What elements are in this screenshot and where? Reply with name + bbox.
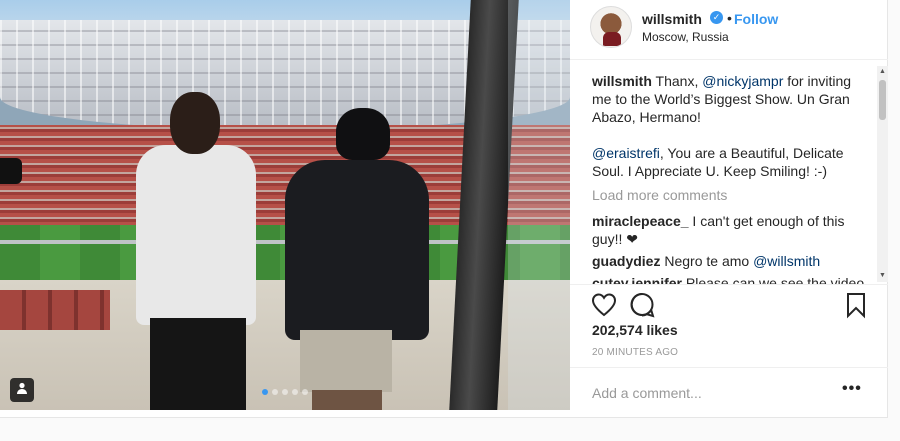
separator-dot: • (727, 10, 732, 26)
comment-username[interactable]: guadydiez (592, 253, 660, 269)
person-right-hoodie (285, 160, 429, 340)
follow-button[interactable]: Follow (734, 11, 778, 27)
post-photo[interactable] (0, 0, 570, 410)
caption-username[interactable]: willsmith (592, 73, 652, 89)
user-tag-icon[interactable] (10, 378, 34, 402)
likes-count[interactable]: 202,574 likes (592, 322, 678, 338)
scroll-up-arrow-icon[interactable]: ▲ (877, 66, 888, 78)
verified-badge-icon: ✓ (710, 11, 723, 24)
caption-mention-1[interactable]: @nickyjampr (702, 73, 783, 89)
caption-continued: @eraistrefi, You are a Beautiful, Delica… (592, 144, 866, 180)
header-username[interactable]: willsmith (642, 11, 702, 27)
person-right-cap (336, 108, 390, 160)
carousel-dot[interactable] (262, 389, 268, 395)
comments-scrollbar[interactable]: ▲ ▼ (877, 66, 888, 282)
heart-icon[interactable] (590, 291, 618, 319)
comments-section: willsmith Thanx, @nickyjampr for invitin… (592, 72, 866, 284)
scrollbar-thumb[interactable] (879, 80, 886, 120)
stadium-seats (0, 290, 110, 330)
person-right-legs (312, 390, 382, 410)
scroll-down-arrow-icon[interactable]: ▼ (877, 270, 888, 282)
avatar[interactable] (590, 6, 632, 48)
caption-mention-2[interactable]: @eraistrefi (592, 145, 660, 161)
comment-mention[interactable]: @willsmith (753, 253, 820, 269)
person-left-head (170, 92, 220, 154)
location-link[interactable]: Moscow, Russia (642, 30, 729, 44)
more-options-icon[interactable]: ••• (842, 380, 862, 398)
post-header: willsmith ✓ • Follow Moscow, Russia (570, 0, 888, 60)
bookmark-icon[interactable] (842, 291, 870, 319)
comment-username[interactable]: cutey.jennifer (592, 275, 682, 284)
camera-object (0, 158, 22, 184)
carousel-dot[interactable] (282, 389, 288, 395)
caption: willsmith Thanx, @nickyjampr for invitin… (592, 72, 866, 126)
load-more-comments-button[interactable]: Load more comments (592, 186, 866, 204)
comment-item: guadydiez Negro te amo @willsmith (592, 252, 866, 270)
comment-item: miraclepeace_ I can't get enough of this… (592, 212, 866, 248)
comment-text: Please can we see the video (682, 275, 865, 284)
carousel-dot[interactable] (302, 389, 308, 395)
comment-username[interactable]: miraclepeace_ (592, 213, 689, 229)
carousel-dot[interactable] (292, 389, 298, 395)
post-timestamp: 20 MINUTES AGO (592, 347, 679, 358)
carousel-dot[interactable] (272, 389, 278, 395)
add-comment-bar: ••• (570, 367, 888, 417)
carousel-indicator (262, 389, 308, 395)
person-right-shorts (300, 330, 392, 392)
comment-text: Negro te amo (660, 253, 754, 269)
comment-item: cutey.jennifer Please can we see the vid… (592, 274, 866, 284)
caption-text-1: Thanx, (651, 73, 703, 89)
person-left-shirt (136, 145, 256, 325)
instagram-post: willsmith ✓ • Follow Moscow, Russia will… (0, 0, 888, 418)
person-left-legs (150, 318, 246, 410)
window-glass (508, 0, 570, 410)
comment-bubble-icon[interactable] (628, 291, 656, 319)
add-comment-input[interactable] (592, 382, 832, 404)
